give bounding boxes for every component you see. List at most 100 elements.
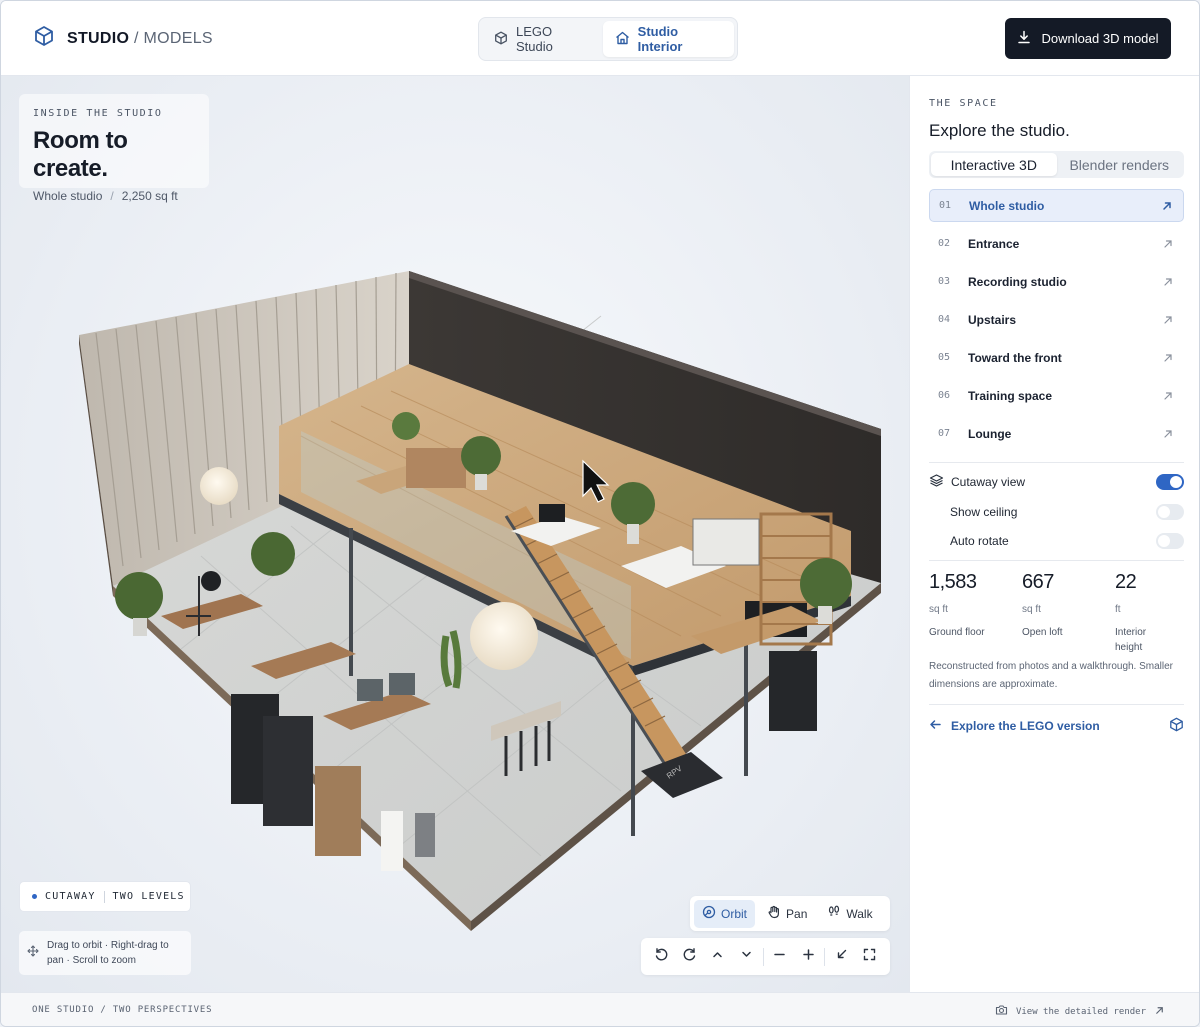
brand[interactable]: STUDIO / MODELS bbox=[33, 25, 213, 52]
reconstruction-note: Reconstructed from photos and a walkthro… bbox=[929, 661, 1174, 690]
mode-label: Orbit bbox=[721, 906, 748, 921]
arrow-left-icon bbox=[929, 718, 942, 734]
chevron-up-icon bbox=[711, 948, 724, 966]
room-area-size: 2,250 sq ft bbox=[121, 189, 178, 203]
footer: ONE STUDIO / TWO PERSPECTIVES View the d… bbox=[1, 992, 1199, 1026]
stat-value: 667 bbox=[1022, 571, 1054, 593]
tab-label: LEGO Studio bbox=[516, 24, 553, 54]
tab-interactive-3d[interactable]: Interactive 3D bbox=[931, 153, 1057, 176]
download-label: Download 3D model bbox=[1041, 31, 1159, 46]
room-info-card: INSIDE THE STUDIO Room to create. Whole … bbox=[19, 94, 209, 203]
arrow-up-right-icon bbox=[1164, 353, 1172, 362]
hand-icon bbox=[767, 905, 781, 922]
chevron-down-icon bbox=[740, 948, 753, 966]
footsteps-icon bbox=[827, 905, 841, 922]
stat-value: 22 bbox=[1115, 571, 1137, 593]
zoom-out-button[interactable] bbox=[765, 942, 793, 971]
arrow-up-right-icon bbox=[1164, 239, 1172, 248]
breadcrumb-section: MODELS bbox=[143, 29, 213, 47]
3d-viewport[interactable]: RPV INSIDE THE STUDIO Room to create. Wh… bbox=[1, 76, 909, 992]
panel-eyebrow: THE SPACE bbox=[929, 98, 998, 109]
arrow-up-right-icon bbox=[1154, 1005, 1165, 1019]
cutaway-view-label: Cutaway view bbox=[951, 475, 1026, 489]
brand-name: STUDIO bbox=[67, 29, 130, 47]
view-item-recording-studio[interactable]: 03 Recording studio bbox=[929, 265, 1184, 298]
view-item-toward-front[interactable]: 05 Toward the front bbox=[929, 341, 1184, 374]
move-icon bbox=[27, 944, 39, 962]
auto-rotate-label: Auto rotate bbox=[950, 534, 1009, 548]
navigation-mode-bar: Orbit Pan Walk bbox=[690, 896, 890, 931]
stat-unit: sq ft bbox=[1022, 604, 1041, 615]
pan-mode-button[interactable]: Pan bbox=[759, 900, 815, 928]
auto-rotate-toggle[interactable] bbox=[1156, 533, 1184, 549]
tab-blender-renders[interactable]: Blender renders bbox=[1057, 153, 1183, 176]
divider bbox=[929, 462, 1184, 463]
studio-3d-model[interactable]: RPV bbox=[1, 76, 909, 992]
breadcrumb: STUDIO / MODELS bbox=[67, 30, 213, 48]
panel-title: Explore the studio. bbox=[929, 121, 1070, 140]
divider bbox=[929, 704, 1184, 705]
info-eyebrow: INSIDE THE STUDIO bbox=[33, 108, 163, 119]
walk-mode-button[interactable]: Walk bbox=[819, 900, 880, 928]
download-3d-model-button[interactable]: Download 3D model bbox=[1005, 18, 1171, 59]
room-meta: Whole studio / 2,250 sq ft bbox=[33, 189, 195, 203]
minus-icon bbox=[773, 948, 786, 966]
tilt-up-button[interactable] bbox=[704, 942, 732, 971]
view-type-switcher: Interactive 3D Blender renders bbox=[929, 151, 1184, 178]
arrow-up-right-icon bbox=[1164, 315, 1172, 324]
rotate-left-icon bbox=[654, 947, 669, 967]
toggle-knob bbox=[1158, 535, 1170, 547]
pendant-lamp-large bbox=[470, 602, 538, 670]
divider bbox=[929, 560, 1184, 561]
tab-lego-studio[interactable]: LEGO Studio bbox=[482, 21, 601, 57]
explore-lego-link[interactable]: Explore the LEGO version bbox=[929, 716, 1184, 736]
view-item-training-space[interactable]: 06 Training space bbox=[929, 379, 1184, 412]
tab-studio-interior[interactable]: Studio Interior bbox=[602, 21, 734, 57]
rotate-right-button[interactable] bbox=[675, 942, 703, 971]
view-item-lounge[interactable]: 07 Lounge bbox=[929, 417, 1184, 450]
arrow-up-right-icon bbox=[1164, 391, 1172, 400]
cube-icon bbox=[494, 31, 508, 48]
lego-link-label: Explore the LEGO version bbox=[951, 719, 1100, 733]
view-number: 03 bbox=[938, 276, 951, 287]
view-item-entrance[interactable]: 02 Entrance bbox=[929, 227, 1184, 260]
zoom-in-button[interactable] bbox=[794, 942, 822, 971]
rotate-left-button[interactable] bbox=[647, 942, 675, 971]
arrow-up-right-icon bbox=[1164, 277, 1172, 286]
home-icon bbox=[615, 31, 630, 48]
cube-icon bbox=[1169, 717, 1184, 735]
arrow-up-right-icon bbox=[1164, 429, 1172, 438]
stat-interior-height: 22 ft Interior height bbox=[1115, 571, 1175, 655]
cutaway-view-toggle[interactable] bbox=[1156, 474, 1184, 490]
badge-divider bbox=[103, 890, 105, 903]
hint-text: Drag to orbit · Right-drag to pan · Scro… bbox=[47, 940, 169, 966]
breadcrumb-separator: / bbox=[134, 29, 139, 47]
cutaway-view-row: Cutaway view bbox=[929, 473, 1184, 491]
collapse-icon bbox=[835, 948, 848, 966]
view-item-whole-studio[interactable]: 01 Whole studio bbox=[929, 189, 1184, 222]
cutaway-badge: CUTAWAY TWO LEVELS bbox=[19, 881, 191, 912]
fullscreen-button[interactable] bbox=[856, 942, 884, 971]
show-ceiling-toggle[interactable] bbox=[1156, 504, 1184, 520]
view-label: Recording studio bbox=[968, 274, 1067, 289]
view-detailed-render-link[interactable]: View the detailed render bbox=[995, 1004, 1165, 1019]
orbit-mode-button[interactable]: Orbit bbox=[694, 899, 756, 928]
reset-view-button[interactable] bbox=[827, 942, 855, 971]
view-number: 04 bbox=[938, 314, 951, 325]
footer-link-label: View the detailed render bbox=[1015, 1006, 1146, 1017]
auto-rotate-row: Auto rotate bbox=[929, 533, 1184, 549]
app-window: STUDIO / MODELS LEGO Studio Studio Inter… bbox=[0, 0, 1200, 1027]
view-number: 05 bbox=[938, 352, 951, 363]
view-item-upstairs[interactable]: 04 Upstairs bbox=[929, 303, 1184, 336]
arrow-up-right-icon bbox=[1163, 201, 1171, 210]
view-label: Toward the front bbox=[968, 350, 1062, 365]
stat-value: 1,583 bbox=[929, 571, 977, 593]
camera-toolbar bbox=[641, 938, 890, 975]
layers-icon bbox=[929, 473, 944, 491]
room-title: Room to create. bbox=[33, 127, 128, 182]
orbit-icon bbox=[702, 905, 716, 922]
footer-tagline: ONE STUDIO / TWO PERSPECTIVES bbox=[32, 1005, 213, 1015]
tilt-down-button[interactable] bbox=[732, 942, 760, 971]
fullscreen-icon bbox=[863, 948, 876, 966]
top-bar: STUDIO / MODELS LEGO Studio Studio Inter… bbox=[1, 1, 1199, 76]
